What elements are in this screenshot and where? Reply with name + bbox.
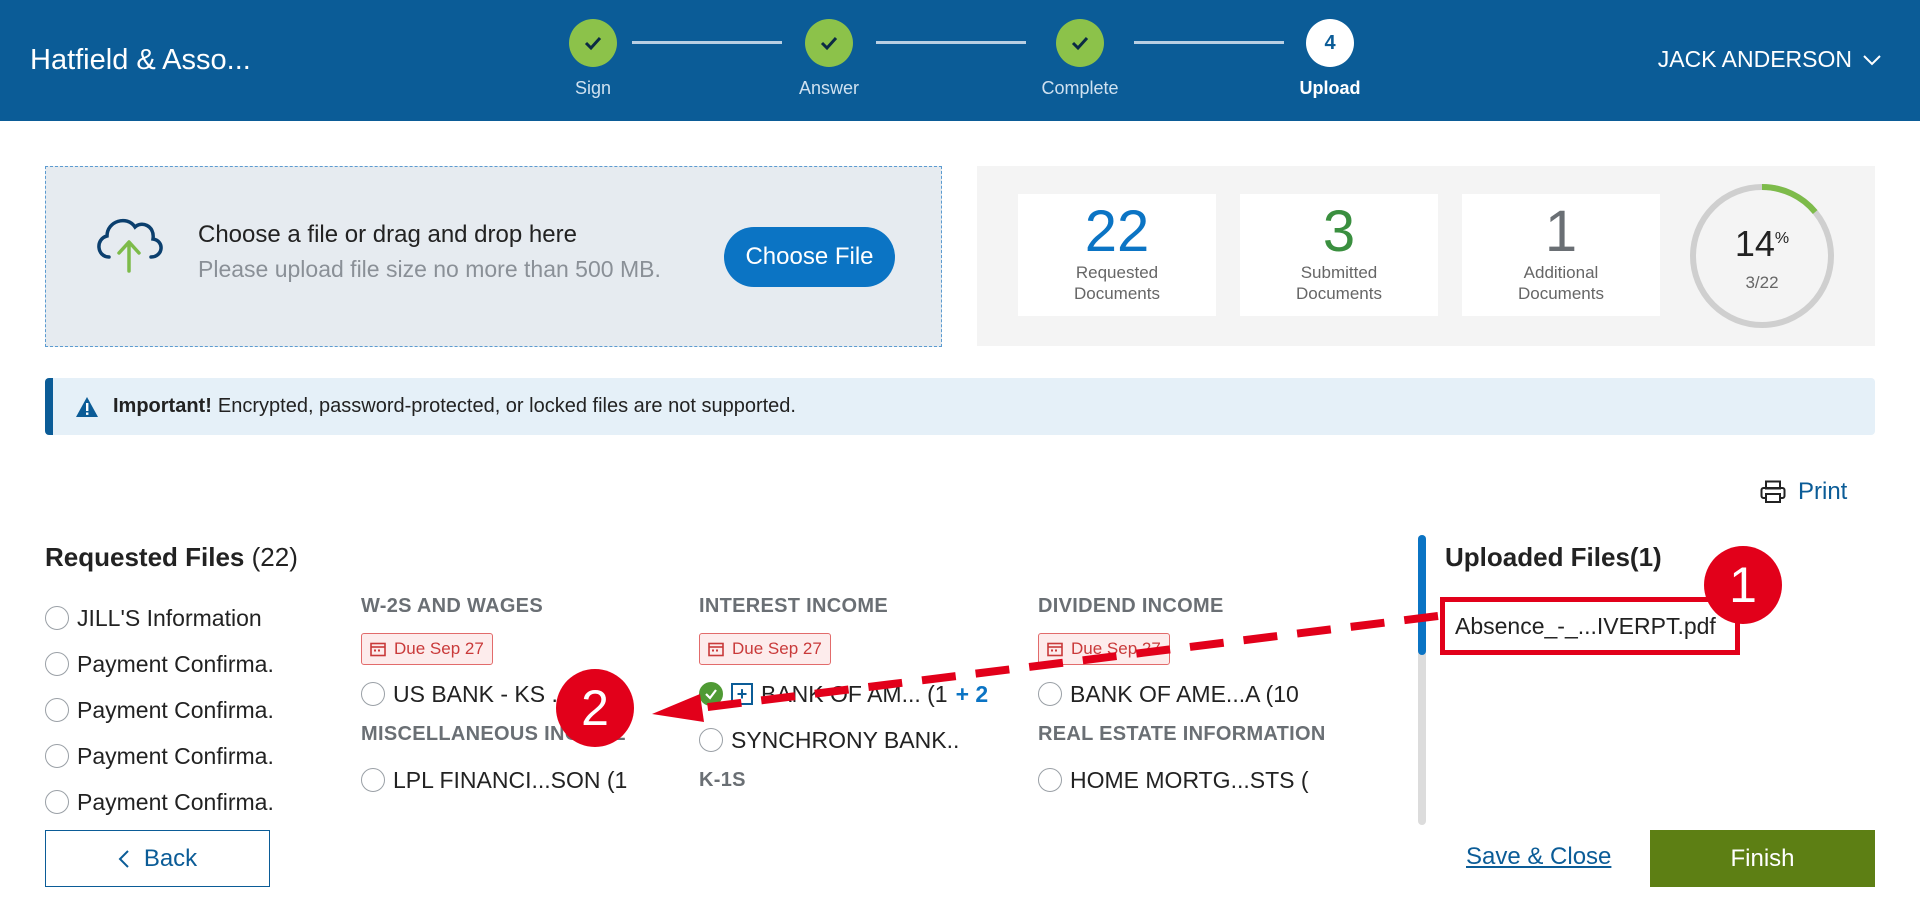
save-close-link[interactable]: Save & Close	[1466, 843, 1611, 871]
chevron-left-icon	[118, 849, 129, 868]
annotation-marker-1: 1	[1704, 546, 1782, 624]
back-label: Back	[143, 844, 198, 872]
back-button[interactable]: Back	[45, 830, 270, 887]
annotation-arrow	[652, 612, 1439, 722]
annotation-marker-2: 2	[556, 669, 634, 747]
upload-page: Hatfield & Asso... Sign Answer Complete …	[0, 0, 1920, 900]
finish-button[interactable]: Finish	[1650, 830, 1875, 887]
